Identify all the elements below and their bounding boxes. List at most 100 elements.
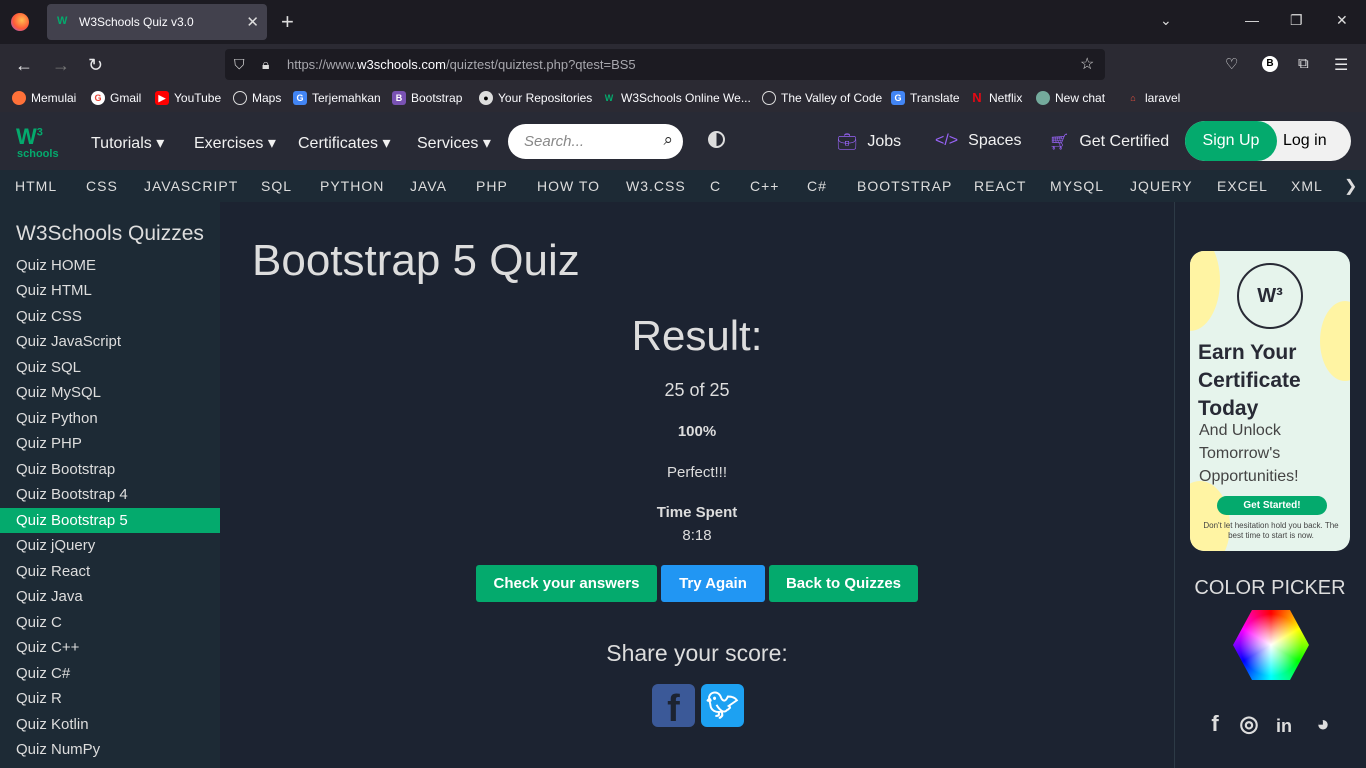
certificate-ad[interactable]: W³ Earn Your Certificate Today And Unloc…	[1190, 251, 1350, 551]
bookmark-item[interactable]: B Bootstrap	[392, 91, 462, 105]
sidebar-item[interactable]: Quiz Python	[0, 406, 220, 431]
sidebar-item[interactable]: Quiz Bootstrap 4	[0, 482, 220, 507]
forward-icon[interactable]: →	[52, 55, 70, 76]
menu-tutorials[interactable]: Tutorials ▾	[91, 133, 164, 153]
tab-list-icon[interactable]: ⌄	[1160, 12, 1172, 29]
bookmark-star-icon[interactable]: ☆	[1080, 54, 1094, 74]
pocket-icon[interactable]: ♡	[1225, 55, 1238, 73]
jobs-link[interactable]: 💼︎ Jobs	[837, 132, 901, 152]
sidebar-item[interactable]: Quiz CSS	[0, 304, 220, 329]
try-again-button[interactable]: Try Again	[661, 565, 765, 602]
topic-link[interactable]: SQL	[261, 178, 292, 194]
close-window-icon[interactable]: ✕	[1336, 12, 1348, 29]
topic-link[interactable]: PHP	[476, 178, 508, 194]
github-icon: ●	[479, 91, 493, 105]
topic-link[interactable]: EXCEL	[1217, 178, 1268, 194]
search-icon[interactable]: ⌕	[663, 130, 673, 150]
twitter-share-icon[interactable]: 🐦︎	[701, 684, 744, 727]
menu-certificates[interactable]: Certificates ▾	[298, 133, 391, 153]
sidebar-item-active[interactable]: Quiz Bootstrap 5	[0, 508, 220, 533]
topic-link[interactable]: REACT	[974, 178, 1026, 194]
bookmark-item[interactable]: New chat	[1036, 91, 1105, 105]
extensions-icon[interactable]: ⧉	[1298, 55, 1309, 72]
facebook-share-icon[interactable]: f	[652, 684, 695, 730]
bookmark-item[interactable]: G Gmail	[91, 91, 141, 105]
back-icon[interactable]: ←	[15, 55, 33, 76]
sidebar-item[interactable]: Quiz NumPy	[0, 737, 220, 762]
instagram-icon[interactable]: ◎	[1235, 711, 1263, 741]
facebook-icon[interactable]: f	[1201, 711, 1229, 741]
topic-link[interactable]: MYSQL	[1050, 178, 1104, 194]
topic-link[interactable]: C++	[750, 178, 779, 194]
shield-icon[interactable]: ⛉	[234, 56, 245, 73]
color-picker-title: COLOR PICKER	[1194, 577, 1346, 599]
topic-link[interactable]: PYTHON	[320, 178, 384, 194]
get-certified-link[interactable]: 🛒︎ Get Certified	[1049, 132, 1169, 152]
bookmark-item[interactable]: G Translate	[891, 91, 960, 105]
sidebar-item[interactable]: Quiz C	[0, 610, 220, 635]
close-tab-icon[interactable]: ✕	[246, 13, 259, 31]
percent-text: 100%	[677, 423, 717, 440]
bookmark-item[interactable]: The Valley of Code	[762, 91, 882, 105]
topic-link[interactable]: CSS	[86, 178, 118, 194]
topic-link[interactable]: JAVA	[410, 178, 447, 194]
search-input[interactable]: Search... ⌕	[508, 124, 683, 159]
new-tab-icon[interactable]: +	[281, 9, 294, 35]
browser-tab[interactable]: W W3Schools Quiz v3.0 ✕	[47, 4, 267, 40]
reload-icon[interactable]: ↻	[88, 55, 103, 76]
sidebar-item[interactable]: Quiz R	[0, 686, 220, 711]
topic-link[interactable]: C#	[807, 178, 827, 194]
sidebar-item[interactable]: Quiz Java	[0, 584, 220, 609]
back-to-quizzes-button[interactable]: Back to Quizzes	[769, 565, 918, 602]
topic-link[interactable]: JQUERY	[1130, 178, 1193, 194]
restore-icon[interactable]: ❐	[1290, 12, 1303, 29]
firefox-icon[interactable]	[11, 13, 29, 31]
sidebar-item[interactable]: Quiz React	[0, 559, 220, 584]
bookmark-item[interactable]: ⌂ laravel	[1126, 91, 1180, 105]
topic-link[interactable]: C	[710, 178, 721, 194]
linkedin-icon[interactable]: in	[1270, 711, 1298, 741]
topic-link[interactable]: BOOTSTRAP	[857, 178, 952, 194]
url-bar[interactable]: ⛉ 🔒︎ https://www. w3schools.com/quiztest/…	[225, 49, 1105, 80]
chevron-right-icon[interactable]: ❯	[1344, 176, 1358, 196]
sidebar-item[interactable]: Quiz MySQL	[0, 380, 220, 405]
topic-link[interactable]: JAVASCRIPT	[144, 178, 238, 194]
bookmark-item[interactable]: Memulai	[12, 91, 76, 105]
ad-subtitle: And Unlock Tomorrow's Opportunities!	[1199, 422, 1299, 485]
bookmark-item[interactable]: N Netflix	[970, 91, 1022, 106]
dark-mode-toggle-icon[interactable]	[708, 131, 725, 148]
bookmark-item[interactable]: Maps	[233, 91, 281, 105]
sidebar-item[interactable]: Quiz SQL	[0, 355, 220, 380]
menu-icon[interactable]: ☰	[1334, 55, 1348, 75]
menu-exercises[interactable]: Exercises ▾	[194, 133, 276, 153]
check-answers-button[interactable]: Check your answers	[476, 565, 657, 602]
bookmark-item[interactable]: W W3Schools Online We...	[602, 91, 751, 105]
topic-link[interactable]: XML	[1291, 178, 1323, 194]
translate-icon: G	[293, 91, 307, 105]
get-started-button[interactable]: Get Started!	[1217, 496, 1327, 515]
sidebar-item[interactable]: Quiz HOME	[0, 253, 220, 278]
sidebar-item[interactable]: Quiz JavaScript	[0, 329, 220, 354]
sidebar-item[interactable]: Quiz Bootstrap	[0, 457, 220, 482]
profile-icon[interactable]: B	[1262, 56, 1278, 72]
login-button[interactable]: Log in	[1283, 121, 1351, 161]
w3schools-logo[interactable]: W3 schools	[16, 121, 59, 161]
signup-button[interactable]: Sign Up	[1185, 121, 1277, 161]
sidebar-item[interactable]: Quiz jQuery	[0, 533, 220, 558]
topic-link[interactable]: HOW TO	[537, 178, 600, 194]
minimize-icon[interactable]: —	[1245, 12, 1259, 28]
sidebar-item[interactable]: Quiz C#	[0, 661, 220, 686]
discord-icon[interactable]: ◕	[1305, 711, 1341, 741]
bookmark-item[interactable]: ● Your Repositories	[479, 91, 592, 105]
bookmark-item[interactable]: G Terjemahkan	[293, 91, 381, 105]
sidebar-item[interactable]: Quiz Kotlin	[0, 712, 220, 737]
spaces-link[interactable]: </> Spaces	[935, 132, 1022, 150]
lock-icon[interactable]: 🔒︎	[262, 56, 269, 73]
topic-link[interactable]: HTML	[15, 178, 57, 194]
sidebar-item[interactable]: Quiz HTML	[0, 278, 220, 303]
sidebar-item[interactable]: Quiz PHP	[0, 431, 220, 456]
sidebar-item[interactable]: Quiz C++	[0, 635, 220, 660]
bookmark-item[interactable]: ▶ YouTube	[155, 91, 221, 105]
topic-link[interactable]: W3.CSS	[626, 178, 686, 194]
menu-services[interactable]: Services ▾	[417, 133, 491, 153]
